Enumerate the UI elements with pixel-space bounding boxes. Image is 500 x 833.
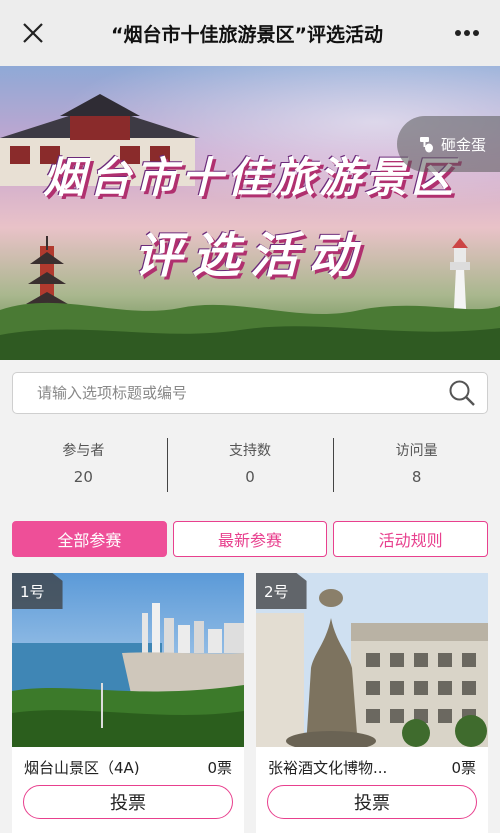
close-icon	[23, 23, 43, 43]
stat-value: 0	[245, 468, 255, 486]
banner-subheadline: 评选活动	[133, 228, 366, 284]
tab-all-entries[interactable]: 全部参赛	[12, 521, 167, 557]
stat-visits: 访问量 8	[333, 432, 500, 496]
tab-rules[interactable]: 活动规则	[333, 521, 489, 557]
tab-latest-entries[interactable]: 最新参赛	[172, 521, 328, 557]
entry-card[interactable]: 1号 烟台山景区（4A) 0票 投票	[12, 573, 244, 833]
smash-egg-button[interactable]: 砸金蛋	[396, 116, 500, 172]
stat-value: 20	[73, 468, 93, 486]
title-bar: “烟台市十佳旅游景区”评选活动	[0, 0, 500, 66]
entry-votes: 0票	[451, 759, 476, 777]
hammer-icon	[419, 137, 433, 153]
vote-button[interactable]: 投票	[267, 785, 477, 819]
entry-photo[interactable]: 2号	[256, 573, 488, 747]
entry-card[interactable]: 2号 张裕酒文化博物... 0票 投票	[256, 573, 488, 833]
search-icon	[449, 380, 475, 406]
banner-landscape	[0, 302, 500, 360]
stat-label: 访问量	[395, 443, 438, 459]
vote-button[interactable]: 投票	[23, 785, 233, 819]
close-button[interactable]	[0, 0, 66, 66]
stat-participants: 参与者 20	[0, 432, 167, 496]
entry-name: 张裕酒文化博物...	[268, 759, 388, 777]
stat-label: 参与者	[62, 443, 105, 459]
entry-number-tag: 1号	[12, 573, 63, 609]
more-button[interactable]	[434, 0, 500, 66]
stat-label: 支持数	[229, 443, 271, 459]
stat-supports: 支持数 0	[166, 432, 334, 496]
tab-bar: 全部参赛 最新参赛 活动规则	[12, 521, 489, 557]
smash-egg-label: 砸金蛋	[440, 135, 486, 154]
search-button[interactable]	[437, 373, 487, 413]
stat-value: 8	[411, 468, 422, 486]
stats-bar: 参与者 20 支持数 0 访问量 8	[0, 432, 500, 496]
more-icon	[455, 30, 479, 36]
entry-votes: 0票	[207, 759, 232, 777]
entry-name: 烟台山景区（4A)	[24, 759, 140, 777]
search-bar	[12, 372, 488, 414]
entry-photo[interactable]: 1号	[12, 573, 244, 747]
entry-number-tag: 2号	[256, 573, 307, 609]
page-title: “烟台市十佳旅游景区”评选活动	[111, 23, 383, 46]
banner-image: 烟台市十佳旅游景区 评选活动 砸金蛋	[0, 66, 500, 360]
search-input[interactable]	[13, 374, 437, 412]
